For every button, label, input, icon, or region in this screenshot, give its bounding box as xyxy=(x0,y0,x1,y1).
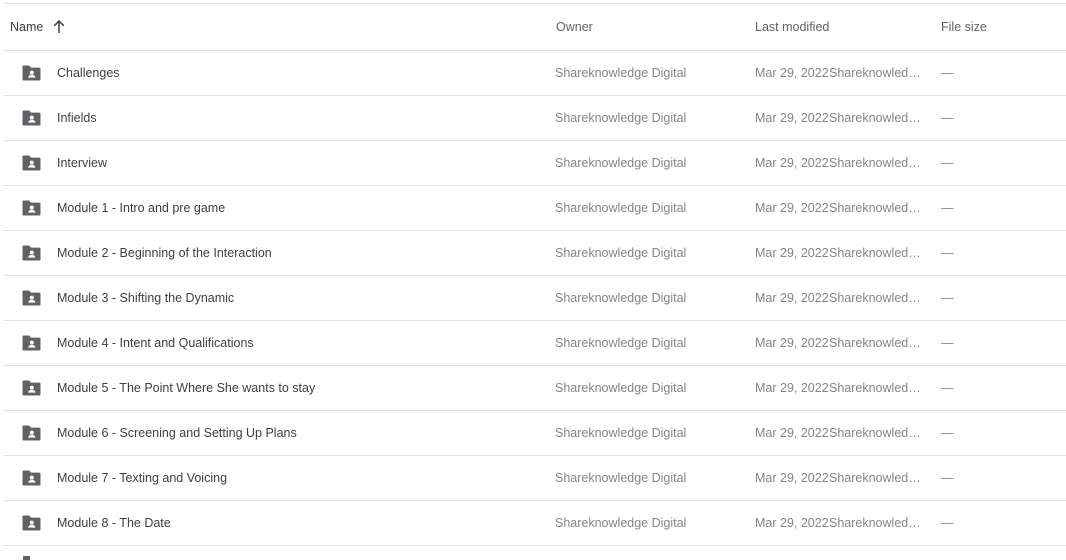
owner-name: Shareknowledge Digital xyxy=(555,156,687,170)
shared-folder-icon xyxy=(22,321,42,365)
modified-date: Mar 29, 2022 xyxy=(755,471,829,485)
column-header-name[interactable]: Name xyxy=(10,4,65,50)
owner-name: Shareknowledge Digital xyxy=(555,201,687,215)
column-header-last-modified[interactable]: Last modified xyxy=(755,4,829,50)
file-name[interactable]: Module 4 - Intent and Qualifications xyxy=(57,321,254,365)
modified-date: Mar 29, 2022 xyxy=(755,66,829,80)
owner-name: Shareknowledge Digital xyxy=(555,336,687,350)
file-size: — xyxy=(941,471,954,485)
file-name[interactable]: Module 3 - Shifting the Dynamic xyxy=(57,276,234,320)
file-name[interactable]: Module 8 - The Date xyxy=(57,501,171,545)
modified-by: Shareknowledge Digital xyxy=(829,156,927,170)
modified-date: Mar 29, 2022 xyxy=(755,336,829,350)
modified-date: Mar 29, 2022 xyxy=(755,156,829,170)
shared-folder-icon xyxy=(22,366,42,410)
table-row[interactable]: Module 8 - The Date Shareknowledge Digita… xyxy=(4,501,1066,546)
modified-by: Shareknowledge Digital xyxy=(829,201,927,215)
file-name[interactable]: Challenges xyxy=(57,51,120,95)
modified-by: Shareknowledge Digital xyxy=(829,381,927,395)
owner-name: Shareknowledge Digital xyxy=(555,66,687,80)
owner-name: Shareknowledge Digital xyxy=(555,291,687,305)
table-row[interactable]: Module 6 - Screening and Setting Up Plan… xyxy=(4,411,1066,456)
file-size: — xyxy=(941,336,954,350)
file-name[interactable]: Module 1 - Intro and pre game xyxy=(57,186,225,230)
shared-folder-icon xyxy=(22,231,42,275)
modified-date: Mar 29, 2022 xyxy=(755,246,829,260)
table-row[interactable]: Module 2 - Beginning of the Interaction S… xyxy=(4,231,1066,276)
shared-folder-icon xyxy=(22,276,42,320)
file-size: — xyxy=(941,156,954,170)
shared-folder-icon xyxy=(22,501,42,545)
modified-date: Mar 29, 2022 xyxy=(755,201,829,215)
file-size: — xyxy=(941,201,954,215)
modified-date: Mar 29, 2022 xyxy=(755,516,829,530)
file-size: — xyxy=(941,516,954,530)
file-size: — xyxy=(941,246,954,260)
owner-name: Shareknowledge Digital xyxy=(555,426,687,440)
file-size: — xyxy=(941,291,954,305)
file-size: — xyxy=(941,381,954,395)
shared-folder-icon xyxy=(22,141,42,185)
column-header-file-size[interactable]: File size xyxy=(941,4,987,50)
file-size: — xyxy=(941,66,954,80)
modified-by: Shareknowledge Digital xyxy=(829,246,927,260)
file-name[interactable]: Module 6 - Screening and Setting Up Plan… xyxy=(57,411,297,455)
shared-folder-icon xyxy=(22,411,42,455)
shared-folder-icon xyxy=(22,96,42,140)
file-rows: Challenges Shareknowledge Digital Mar 29, … xyxy=(4,51,1066,546)
arrow-up-icon[interactable] xyxy=(53,20,65,34)
owner-name: Shareknowledge Digital xyxy=(555,246,687,260)
table-row[interactable]: Module 1 - Intro and pre game Shareknowle… xyxy=(4,186,1066,231)
file-size: — xyxy=(941,426,954,440)
table-row[interactable]: Module 3 - Shifting the Dynamic Shareknow… xyxy=(4,276,1066,321)
table-row[interactable]: Module 7 - Texting and Voicing Shareknowl… xyxy=(4,456,1066,501)
shared-folder-icon xyxy=(22,456,42,500)
file-name[interactable]: Module 2 - Beginning of the Interaction xyxy=(57,231,272,275)
file-name[interactable]: Module 5 - The Point Where She wants to … xyxy=(57,366,315,410)
table-row[interactable]: Interview Shareknowledge Digital Mar 29, 2… xyxy=(4,141,1066,186)
modified-date: Mar 29, 2022 xyxy=(755,381,829,395)
modified-by: Shareknowledge Digital xyxy=(829,516,927,530)
file-list: Name Owner Last modified File size Chall… xyxy=(4,3,1066,560)
modified-by: Shareknowledge Digital xyxy=(829,66,927,80)
file-name[interactable]: Interview xyxy=(57,141,107,185)
column-header-name-label: Name xyxy=(10,20,44,34)
modified-by: Shareknowledge Digital xyxy=(829,471,927,485)
table-row[interactable]: Module 4 - Intent and Qualifications Shar… xyxy=(4,321,1066,366)
owner-name: Shareknowledge Digital xyxy=(555,516,687,530)
shared-folder-icon xyxy=(22,546,42,560)
modified-by: Shareknowledge Digital xyxy=(829,291,927,305)
column-header-row: Name Owner Last modified File size xyxy=(4,4,1066,51)
owner-name: Shareknowledge Digital xyxy=(555,381,687,395)
table-row[interactable]: Challenges Shareknowledge Digital Mar 29, … xyxy=(4,51,1066,96)
file-size: — xyxy=(941,111,954,125)
modified-by: Shareknowledge Digital xyxy=(829,426,927,440)
shared-folder-icon xyxy=(22,51,42,95)
modified-by: Shareknowledge Digital xyxy=(829,336,927,350)
modified-date: Mar 29, 2022 xyxy=(755,291,829,305)
table-row[interactable]: Infields Shareknowledge Digital Mar 29, 20… xyxy=(4,96,1066,141)
shared-folder-icon xyxy=(22,186,42,230)
modified-by: Shareknowledge Digital xyxy=(829,111,927,125)
table-row[interactable]: Module 5 - The Point Where She wants to … xyxy=(4,366,1066,411)
owner-name: Shareknowledge Digital xyxy=(555,471,687,485)
column-header-owner[interactable]: Owner xyxy=(556,4,593,50)
owner-name: Shareknowledge Digital xyxy=(555,111,687,125)
table-row-partial[interactable] xyxy=(4,546,1066,560)
file-name[interactable]: Infields xyxy=(57,96,97,140)
file-name[interactable]: Module 7 - Texting and Voicing xyxy=(57,456,227,500)
modified-date: Mar 29, 2022 xyxy=(755,111,829,125)
modified-date: Mar 29, 2022 xyxy=(755,426,829,440)
